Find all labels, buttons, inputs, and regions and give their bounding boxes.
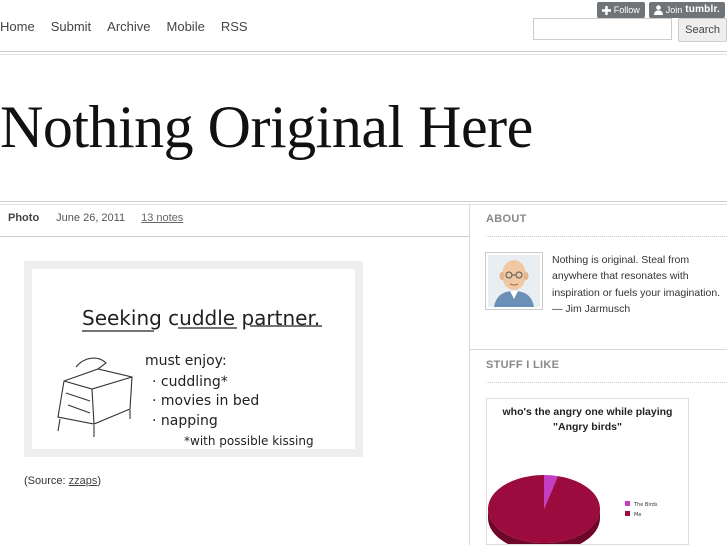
pie-chart-image[interactable]: who's the angry one while playing "Angry… [486, 398, 689, 545]
nav-home[interactable]: Home [0, 19, 35, 34]
search-button[interactable]: Search [678, 18, 727, 42]
pie-chart: The Birds Me [487, 475, 658, 544]
photo-item-1: · cuddling* [152, 374, 228, 390]
photo-must-enjoy: must enjoy: [145, 353, 227, 369]
column-divider [469, 204, 470, 545]
tumblr-logo: tumblr. [685, 4, 720, 15]
nav-archive[interactable]: Archive [107, 19, 150, 34]
about-text: Nothing is original. Steal from anywhere… [552, 254, 721, 315]
post-caption: (Source: zzaps) [24, 475, 101, 487]
avatar-portrait [488, 255, 540, 307]
post-date[interactable]: June 26, 2011 [56, 212, 125, 224]
post-notes-link[interactable]: 13 notes [141, 212, 183, 224]
legend-label: The Birds [633, 502, 658, 508]
about-divider [486, 236, 727, 237]
post-photo[interactable]: Seeking cuddle partner. must enjoy: · cu… [24, 261, 363, 457]
caption-prefix: (Source: [24, 475, 69, 487]
plus-icon [601, 5, 611, 15]
stuff-heading: STUFF I LIKE [486, 359, 560, 371]
source-link[interactable]: zzaps [69, 475, 98, 487]
search-form: Search [533, 18, 727, 42]
post-type: Photo [8, 212, 40, 224]
pie-slice-me [487, 475, 600, 543]
follow-label: Follow [613, 5, 640, 15]
handwritten-note-drawing: Seeking cuddle partner. must enjoy: · cu… [57, 306, 322, 448]
legend-label: Me [634, 512, 641, 518]
follow-button[interactable]: Follow [596, 2, 645, 18]
join-tumblr-button[interactable]: Join tumblr. [648, 2, 725, 18]
caption-suffix: ) [97, 475, 102, 487]
header-rule [0, 51, 727, 52]
legend-swatch [625, 511, 630, 516]
legend-swatch [625, 501, 630, 506]
photo-item-3: · napping [152, 413, 218, 429]
stuff-divider [486, 382, 727, 383]
header-rule-2 [0, 54, 727, 55]
site-title[interactable]: Nothing Original Here [0, 92, 533, 162]
avatar [485, 252, 543, 310]
nav-mobile[interactable]: Mobile [167, 19, 205, 34]
search-input[interactable] [533, 18, 673, 40]
tumblr-controls: Follow Join tumblr. [596, 2, 725, 18]
about-heading: ABOUT [486, 213, 527, 225]
photo-image: Seeking cuddle partner. must enjoy: · cu… [32, 269, 355, 449]
join-label: Join [665, 5, 683, 15]
sidebar-separator [470, 349, 727, 350]
title-rule-2 [0, 204, 727, 205]
bed-sketch-icon [57, 357, 133, 437]
photo-footnote: *with possible kissing [184, 434, 314, 448]
meta-rule [0, 236, 469, 237]
photo-item-2: · movies in bed [152, 393, 259, 409]
post-meta: Photo June 26, 2011 13 notes [8, 212, 183, 224]
user-icon [653, 5, 663, 15]
nav-submit[interactable]: Submit [51, 19, 91, 34]
nav-rss[interactable]: RSS [221, 19, 248, 34]
top-nav: Home Submit Archive Mobile RSS [0, 19, 264, 34]
title-rule [0, 201, 727, 202]
